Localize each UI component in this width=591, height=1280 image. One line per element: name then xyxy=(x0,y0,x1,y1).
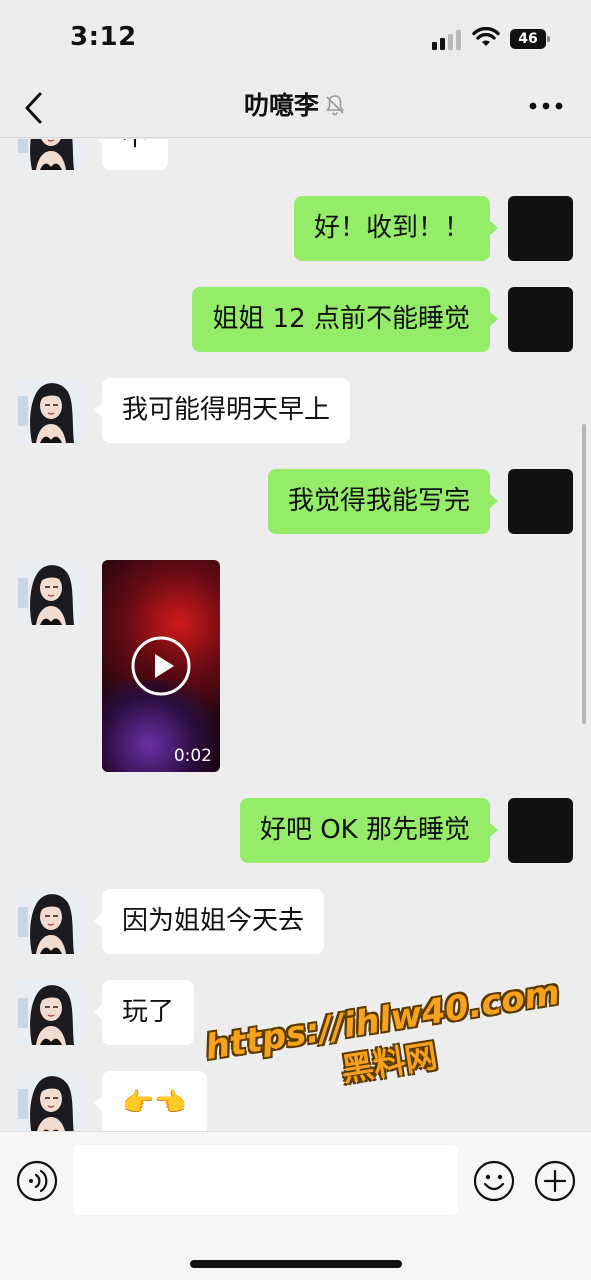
my-avatar[interactable] xyxy=(508,798,573,863)
my-avatar[interactable] xyxy=(508,469,573,534)
message-bubble[interactable]: 我可能得明天早上 xyxy=(93,378,351,443)
back-chevron-icon[interactable] xyxy=(18,88,48,128)
portrait-image xyxy=(18,889,83,954)
message-bubble[interactable]: 好吧 OK 那先睡觉 xyxy=(239,798,499,863)
scrollbar[interactable] xyxy=(582,424,586,724)
video-duration: 0:02 xyxy=(173,746,212,766)
input-bar xyxy=(0,1131,591,1280)
play-icon[interactable] xyxy=(130,635,192,697)
smiley-icon[interactable] xyxy=(473,1160,515,1202)
my-avatar[interactable] xyxy=(508,287,573,352)
portrait-image xyxy=(18,378,83,443)
portrait-image xyxy=(18,139,83,170)
bell-slash-icon xyxy=(326,95,344,116)
voice-icon[interactable] xyxy=(16,1160,58,1202)
message-bubble[interactable]: 姐姐 12 点前不能睡觉 xyxy=(192,287,498,352)
chat-header: 叻噫李 xyxy=(0,78,591,138)
more-options-icon[interactable] xyxy=(528,100,564,112)
contact-avatar[interactable] xyxy=(18,378,83,443)
contact-avatar[interactable] xyxy=(18,889,83,954)
contact-avatar[interactable] xyxy=(18,139,83,170)
status-time: 3:12 xyxy=(70,22,137,52)
message-bubble[interactable]: 👉👈 xyxy=(94,1071,207,1131)
home-indicator[interactable] xyxy=(190,1260,402,1268)
contact-avatar[interactable] xyxy=(18,980,83,1045)
chat-title: 叻噫李 xyxy=(243,91,319,120)
cellular-signal-icon xyxy=(432,30,464,50)
contact-avatar[interactable] xyxy=(18,560,83,625)
message-bubble[interactable]: 不 xyxy=(93,139,169,170)
message-bubble[interactable]: 玩了 xyxy=(93,980,195,1045)
portrait-image xyxy=(18,980,83,1045)
my-avatar[interactable] xyxy=(508,196,573,261)
message-bubble[interactable]: 好！收到！！ xyxy=(293,196,499,261)
battery-level: 46 xyxy=(518,31,538,47)
message-bubble[interactable]: 我觉得我能写完 xyxy=(267,469,499,534)
plus-circle-icon[interactable] xyxy=(534,1160,576,1202)
portrait-image xyxy=(18,560,83,625)
message-input[interactable] xyxy=(73,1145,458,1215)
message-bubble[interactable]: 因为姐姐今天去 xyxy=(93,889,325,954)
portrait-image xyxy=(18,1071,83,1131)
wifi-icon xyxy=(472,27,500,46)
video-thumbnail[interactable]: 0:02 xyxy=(102,560,220,772)
status-bar: 3:12 46 xyxy=(0,0,591,78)
battery-icon: 46 xyxy=(510,29,550,49)
contact-avatar[interactable] xyxy=(18,1071,83,1131)
